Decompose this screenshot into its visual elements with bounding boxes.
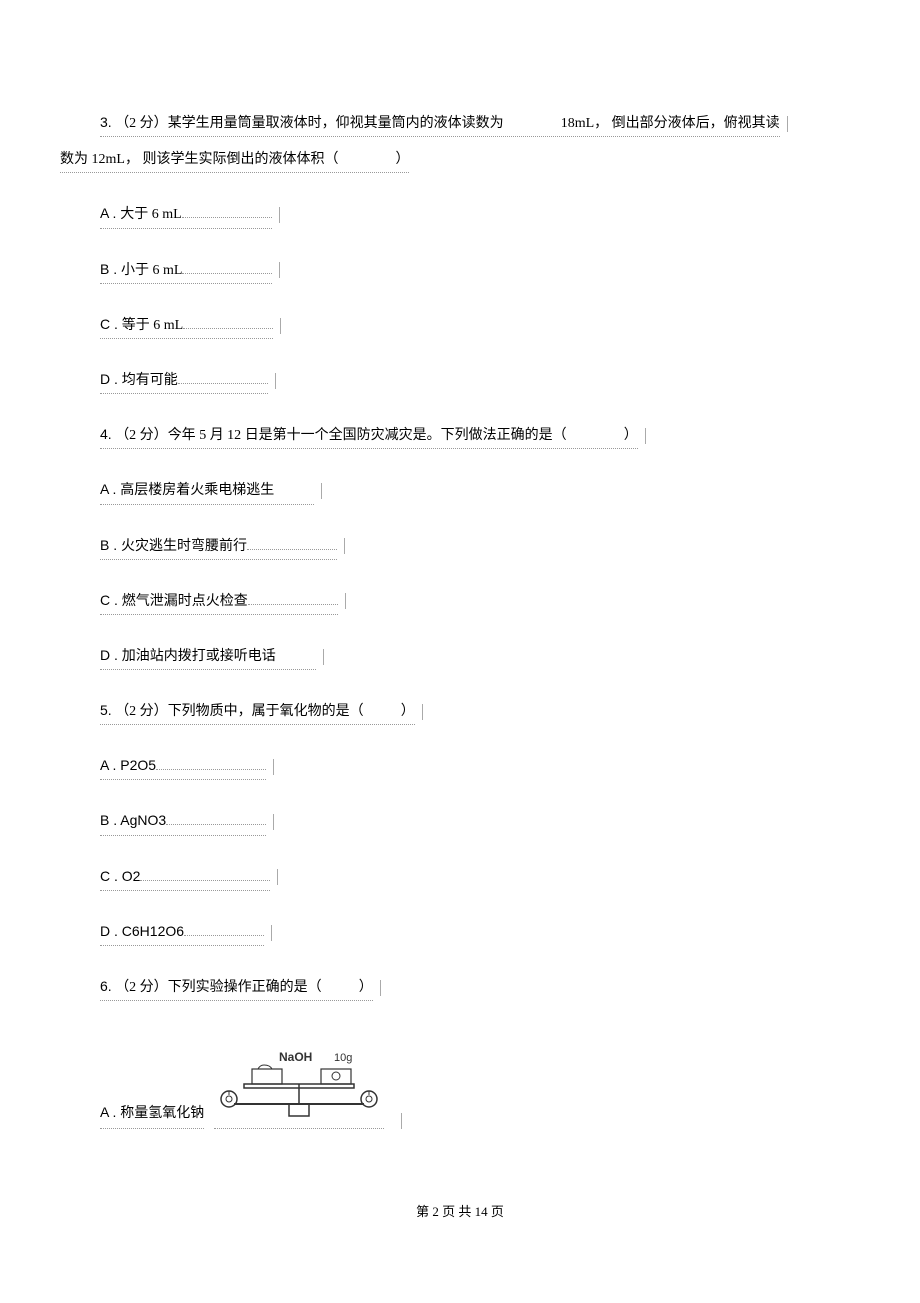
question-text-part2: 倒出部分液体后，俯视其读 xyxy=(612,116,780,131)
weight-label: 10g xyxy=(334,1052,352,1064)
question-number: 5. xyxy=(100,702,112,718)
question-3-stem: 3. （2 分）某学生用量筒量取液体时，仰视其量筒内的液体读数为 18mL， 倒… xyxy=(60,110,860,173)
option-3b: B . 小于 6 mL xyxy=(100,257,860,284)
question-value1: 18mL， xyxy=(561,116,608,131)
option-5d: D . C6H12O6 xyxy=(100,919,860,946)
question-3-line1: 3. （2 分）某学生用量筒量取液体时，仰视其量筒内的液体读数为 18mL， 倒… xyxy=(100,110,860,137)
option-4c: C . 燃气泄漏时点火检查 xyxy=(100,588,860,615)
option-text: 燃气泄漏时点火检查 xyxy=(122,594,248,609)
option-text: 加油站内拨打或接听电话 xyxy=(122,649,276,664)
option-text: 称量氢氧化钠 xyxy=(120,1106,204,1121)
question-number: 4. xyxy=(100,426,112,442)
page-footer: 第 2 页 共 14 页 xyxy=(0,1200,920,1223)
option-3a: A . 大于 6 mL xyxy=(100,201,860,228)
question-points: （2 分） xyxy=(115,704,168,719)
question-6: 6. （2 分）下列实验操作正确的是（ ） A . 称量氢氧化钠 NaOH 10… xyxy=(60,974,860,1129)
q4-date: 5 月 12 xyxy=(199,428,241,443)
option-text: B . AgNO3 xyxy=(100,812,166,828)
question-points: （2 分） xyxy=(115,116,168,131)
option-text: 大于 6 mL xyxy=(120,207,181,222)
question-3-line2: 数为 12mL， 则该学生实际倒出的液体体积（ ） xyxy=(60,147,860,173)
option-3c: C . 等于 6 mL xyxy=(100,312,860,339)
question-3: 3. （2 分）某学生用量筒量取液体时，仰视其量筒内的液体读数为 18mL， 倒… xyxy=(60,110,860,394)
option-4b: B . 火灾逃生时弯腰前行 xyxy=(100,533,860,560)
question-number: 3. xyxy=(100,114,112,130)
option-6a: A . 称量氢氧化钠 NaOH 10g xyxy=(100,1049,860,1129)
q4-part1: 今年 xyxy=(168,428,196,443)
line2-rest: 则该学生实际倒出的液体体积（ xyxy=(142,152,338,167)
naoh-label: NaOH xyxy=(279,1050,312,1064)
option-text: D . C6H12O6 xyxy=(100,923,184,939)
option-4a: A . 高层楼房着火乘电梯逃生 xyxy=(100,477,860,504)
question-number: 6. xyxy=(100,978,112,994)
option-3d: D . 均有可能 xyxy=(100,367,860,394)
question-6-stem: 6. （2 分）下列实验操作正确的是（ ） xyxy=(100,974,860,1001)
q4-part2: 日是第十一个全国防灾减灾是。下列做法正确的是（ xyxy=(245,428,567,443)
question-4: 4. （2 分）今年 5 月 12 日是第十一个全国防灾减灾是。下列做法正确的是… xyxy=(60,422,860,670)
option-text: 小于 6 mL xyxy=(121,263,182,278)
paren-close: ） xyxy=(401,704,415,719)
option-4d: D . 加油站内拨打或接听电话 xyxy=(100,643,860,670)
option-text: 火灾逃生时弯腰前行 xyxy=(121,539,247,554)
page-number: 第 2 页 共 14 页 xyxy=(416,1204,504,1219)
balance-scale-image: NaOH 10g xyxy=(214,1049,384,1129)
option-5a: A . P2O5 xyxy=(100,753,860,780)
question-text-part1: 某学生用量筒量取液体时，仰视其量筒内的液体读数为 xyxy=(168,116,504,131)
question-points: （2 分） xyxy=(115,980,168,995)
question-4-stem: 4. （2 分）今年 5 月 12 日是第十一个全国防灾减灾是。下列做法正确的是… xyxy=(100,422,860,449)
option-text: A . P2O5 xyxy=(100,757,156,773)
paren-close: ） xyxy=(359,980,373,995)
question-5-stem: 5. （2 分）下列物质中，属于氧化物的是（ ） xyxy=(100,698,860,725)
option-text: 高层楼房着火乘电梯逃生 xyxy=(120,483,274,498)
paren-close: ） xyxy=(624,428,638,443)
line2-prefix: 数为 xyxy=(60,152,88,167)
q5-text: 下列物质中，属于氧化物的是（ xyxy=(168,704,364,719)
q6-text: 下列实验操作正确的是（ xyxy=(168,980,322,995)
option-5b: B . AgNO3 xyxy=(100,808,860,835)
option-text: 均有可能 xyxy=(122,373,178,388)
option-5c: C . O2 xyxy=(100,864,860,891)
question-value2: 12mL， xyxy=(92,152,139,167)
question-5: 5. （2 分）下列物质中，属于氧化物的是（ ） A . P2O5 B . Ag… xyxy=(60,698,860,946)
question-points: （2 分） xyxy=(115,428,168,443)
option-text: C . O2 xyxy=(100,868,140,884)
option-text: 等于 6 mL xyxy=(122,318,183,333)
paren-close: ） xyxy=(395,152,409,167)
